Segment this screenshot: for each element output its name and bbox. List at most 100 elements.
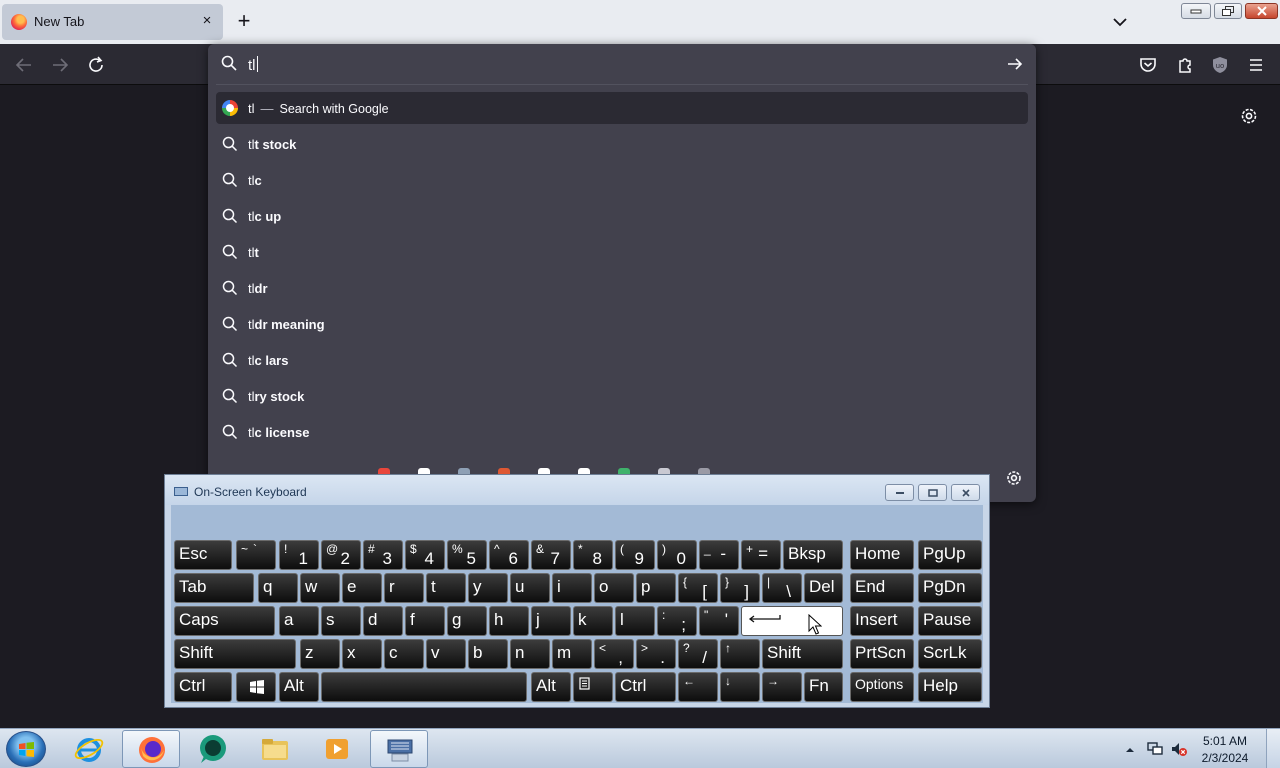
suggestion-row[interactable]: tlt stock bbox=[216, 128, 1028, 160]
key-8[interactable]: * 8 bbox=[573, 540, 613, 570]
start-button[interactable] bbox=[6, 731, 46, 767]
taskbar-on-screen-keyboard[interactable] bbox=[370, 730, 428, 768]
key-backspace[interactable]: Bksp bbox=[783, 540, 843, 570]
taskbar-internet-explorer[interactable] bbox=[60, 730, 118, 768]
key-5[interactable]: % 5 bbox=[447, 540, 487, 570]
window-close-button[interactable] bbox=[1245, 3, 1278, 19]
taskbar-chat-app[interactable] bbox=[184, 730, 242, 768]
key-pgdn[interactable]: PgDn bbox=[918, 573, 982, 603]
suggestion-row[interactable]: tldr bbox=[216, 272, 1028, 304]
key-backtick[interactable]: ~ ` bbox=[236, 540, 276, 570]
key-m[interactable]: m bbox=[552, 639, 592, 669]
suggestion-row[interactable]: tlt bbox=[216, 236, 1028, 268]
osk-maximize-button[interactable] bbox=[918, 484, 947, 501]
key-windows[interactable] bbox=[236, 672, 276, 702]
key-shift-left[interactable]: Shift bbox=[174, 639, 296, 669]
key-help[interactable]: Help bbox=[918, 672, 982, 702]
clock-time[interactable]: 5:01 AM bbox=[1192, 734, 1258, 748]
key-delete[interactable]: Del bbox=[804, 573, 843, 603]
key-slash[interactable]: ? / bbox=[678, 639, 718, 669]
new-tab-button[interactable]: + bbox=[232, 10, 256, 34]
key-tab[interactable]: Tab bbox=[174, 573, 254, 603]
key-x[interactable]: x bbox=[342, 639, 382, 669]
key-d[interactable]: d bbox=[363, 606, 403, 636]
key-fn[interactable]: Fn bbox=[804, 672, 843, 702]
key-2[interactable]: @2 bbox=[321, 540, 361, 570]
go-arrow-icon[interactable] bbox=[1006, 55, 1024, 78]
key-prtscn[interactable]: PrtScn bbox=[850, 639, 914, 669]
taskbar-media-player[interactable] bbox=[308, 730, 366, 768]
key-s[interactable]: s bbox=[321, 606, 361, 636]
key-ctrl-left[interactable]: Ctrl bbox=[174, 672, 232, 702]
suggestion-row[interactable]: tlc bbox=[216, 164, 1028, 196]
key-arrow-left[interactable]: ← bbox=[678, 672, 718, 702]
key-p[interactable]: p bbox=[636, 573, 676, 603]
key-home[interactable]: Home bbox=[850, 540, 914, 570]
network-icon[interactable] bbox=[1146, 741, 1164, 762]
suggestion-row[interactable]: tldr meaning bbox=[216, 308, 1028, 340]
key-r[interactable]: r bbox=[384, 573, 424, 603]
forward-arrow-icon[interactable] bbox=[48, 53, 72, 77]
list-all-tabs-chevron-icon[interactable] bbox=[1110, 12, 1130, 32]
key-quote[interactable]: " ' bbox=[699, 606, 739, 636]
show-desktop-button[interactable] bbox=[1266, 729, 1280, 768]
suggestion-row[interactable]: tlc license bbox=[216, 416, 1028, 448]
key-ctrl-right[interactable]: Ctrl bbox=[615, 672, 676, 702]
key-4[interactable]: $4 bbox=[405, 540, 445, 570]
hamburger-menu-icon[interactable] bbox=[1244, 53, 1268, 77]
taskbar-firefox[interactable] bbox=[122, 730, 180, 768]
pocket-icon[interactable] bbox=[1136, 53, 1160, 77]
key-enter[interactable] bbox=[741, 606, 843, 636]
key-shift-right[interactable]: Shift bbox=[762, 639, 843, 669]
key-equals[interactable]: + = bbox=[741, 540, 781, 570]
key-a[interactable]: a bbox=[279, 606, 319, 636]
key-3[interactable]: #3 bbox=[363, 540, 403, 570]
key-insert[interactable]: Insert bbox=[850, 606, 914, 636]
key-h[interactable]: h bbox=[489, 606, 529, 636]
key-scrlk[interactable]: ScrLk bbox=[918, 639, 982, 669]
key-6[interactable]: ^ 6 bbox=[489, 540, 529, 570]
key-z[interactable]: z bbox=[300, 639, 340, 669]
key-space[interactable] bbox=[321, 672, 527, 702]
key-u[interactable]: u bbox=[510, 573, 550, 603]
key-period[interactable]: >. bbox=[636, 639, 676, 669]
key-o[interactable]: o bbox=[594, 573, 634, 603]
tab-new-tab[interactable]: New Tab × bbox=[2, 4, 223, 40]
window-restore-button[interactable] bbox=[1214, 3, 1242, 19]
key-j[interactable]: j bbox=[531, 606, 571, 636]
key-v[interactable]: v bbox=[426, 639, 466, 669]
extensions-puzzle-icon[interactable] bbox=[1173, 53, 1197, 77]
window-minimize-button[interactable] bbox=[1181, 3, 1211, 19]
key-comma[interactable]: <, bbox=[594, 639, 634, 669]
suggestion-row[interactable]: tlc up bbox=[216, 200, 1028, 232]
key-alt-right[interactable]: Alt bbox=[531, 672, 571, 702]
key-b[interactable]: b bbox=[468, 639, 508, 669]
key-arrow-up[interactable]: ↑ bbox=[720, 639, 760, 669]
urlbar-input[interactable]: tl bbox=[208, 44, 1036, 84]
key-semicolon[interactable]: :; bbox=[657, 606, 697, 636]
key-w[interactable]: w bbox=[300, 573, 340, 603]
new-tab-settings-gear-icon[interactable] bbox=[1238, 105, 1260, 127]
search-settings-gear-icon[interactable] bbox=[1004, 468, 1024, 488]
key-i[interactable]: i bbox=[552, 573, 592, 603]
search-with-google-row[interactable]: tl — Search with Google bbox=[216, 92, 1028, 124]
ublock-shield-icon[interactable]: uo bbox=[1208, 53, 1232, 77]
suggestion-row[interactable]: tlry stock bbox=[216, 380, 1028, 412]
key-g[interactable]: g bbox=[447, 606, 487, 636]
key-f[interactable]: f bbox=[405, 606, 445, 636]
key-pgup[interactable]: PgUp bbox=[918, 540, 982, 570]
key-backslash[interactable]: | \ bbox=[762, 573, 802, 603]
osk-minimize-button[interactable] bbox=[885, 484, 914, 501]
volume-muted-icon[interactable] bbox=[1170, 741, 1188, 762]
key-t[interactable]: t bbox=[426, 573, 466, 603]
key-k[interactable]: k bbox=[573, 606, 613, 636]
key-alt-left[interactable]: Alt bbox=[279, 672, 319, 702]
key-end[interactable]: End bbox=[850, 573, 914, 603]
key-l[interactable]: l bbox=[615, 606, 655, 636]
key-pause[interactable]: Pause bbox=[918, 606, 982, 636]
key-caps[interactable]: Caps bbox=[174, 606, 275, 636]
key-0[interactable]: ) 0 bbox=[657, 540, 697, 570]
suggestion-row[interactable]: tlc lars bbox=[216, 344, 1028, 376]
key-esc[interactable]: Esc bbox=[174, 540, 232, 570]
key-options[interactable]: Options bbox=[850, 672, 914, 702]
